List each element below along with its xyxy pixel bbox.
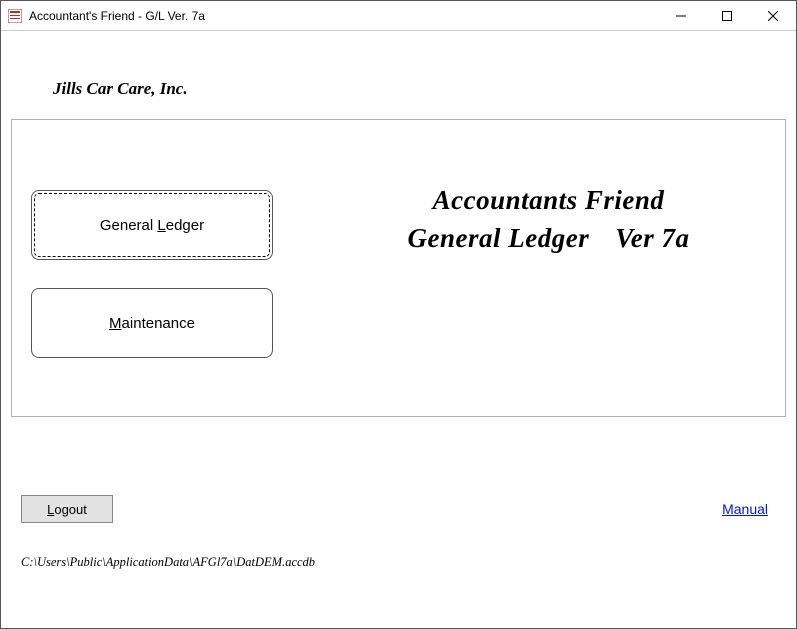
database-path: C:\Users\Public\ApplicationData\AFGl7a\D… [21, 555, 786, 570]
button-label: Logout [47, 502, 87, 517]
button-label: General Ledger [100, 217, 204, 234]
heading-line-2: General LedgerVer 7a [332, 220, 765, 258]
main-panel: General Ledger Maintenance Accountants F… [11, 119, 786, 417]
button-label: Maintenance [109, 315, 195, 332]
window-controls [658, 1, 796, 30]
content-area: Jills Car Care, Inc. General Ledger Main… [1, 79, 796, 580]
maintenance-button[interactable]: Maintenance [31, 288, 273, 358]
footer-row: Logout Manual [11, 495, 786, 523]
logout-button[interactable]: Logout [21, 495, 113, 523]
company-name: Jills Car Care, Inc. [53, 79, 786, 99]
titlebar: Accountant's Friend - G/L Ver. 7a [1, 1, 796, 31]
close-button[interactable] [750, 1, 796, 30]
app-icon [7, 8, 23, 24]
general-ledger-button[interactable]: General Ledger [31, 190, 273, 260]
heading-line-1: Accountants Friend [332, 182, 765, 220]
app-heading: Accountants Friend General LedgerVer 7a [332, 182, 765, 258]
manual-link[interactable]: Manual [722, 501, 768, 517]
minimize-button[interactable] [658, 1, 704, 30]
window-title: Accountant's Friend - G/L Ver. 7a [29, 9, 658, 23]
maximize-button[interactable] [704, 1, 750, 30]
